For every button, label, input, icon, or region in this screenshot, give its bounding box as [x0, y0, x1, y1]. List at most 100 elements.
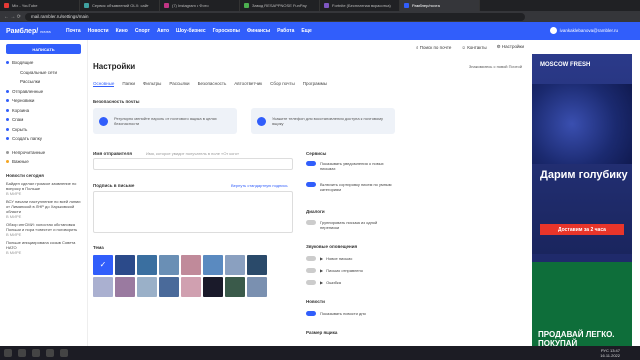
label-item[interactable]: Важные [0, 157, 87, 167]
browser-tab[interactable]: Сервис объявлений OLX: сайт [80, 0, 160, 11]
nav-item[interactable]: Кино [116, 28, 128, 34]
folder-item[interactable]: Корзина [0, 106, 87, 116]
play-icon[interactable]: ▶ [320, 280, 323, 285]
news-item[interactable]: ВСУ начали наступление по всей линии от … [6, 199, 81, 219]
browser-tab[interactable]: Mix - YouTube [0, 0, 80, 11]
theme-swatch[interactable] [115, 277, 135, 297]
start-icon[interactable] [4, 349, 12, 357]
toggle-switch[interactable] [306, 311, 316, 316]
toggle-group-threads[interactable]: Группировать письма из одной переписки [306, 220, 396, 230]
sender-name-input[interactable] [93, 158, 293, 170]
back-forward-icons[interactable]: ← → ⟳ [4, 14, 21, 20]
toggle-switch[interactable] [306, 220, 316, 225]
toggle-smart-sort[interactable]: Включить сортировку писем по умным катег… [306, 182, 396, 192]
signature-textarea[interactable] [93, 191, 293, 233]
theme-swatch[interactable] [137, 255, 157, 275]
theme-swatch[interactable] [225, 255, 245, 275]
user-menu[interactable]: ivankaklebanova@rambler.ru [549, 27, 618, 34]
nav-item[interactable]: Работа [277, 28, 294, 34]
folder-icon[interactable] [46, 349, 54, 357]
nav-item[interactable]: Еще [301, 28, 311, 34]
toggle-switch[interactable] [306, 256, 316, 261]
nav-item[interactable]: Спорт [135, 28, 150, 34]
theme-swatch[interactable]: ✓ [93, 255, 113, 275]
ad-moscow-fresh[interactable]: MOSCOW FRESH Дарим голубику Доставим за … [532, 54, 632, 254]
theme-swatch[interactable] [137, 277, 157, 297]
reset-signature-link[interactable]: Вернуть стандартную подпись [231, 183, 288, 188]
nav-item[interactable]: Финансы [247, 28, 270, 34]
ad-button[interactable]: Доставим за 2 часа [540, 224, 624, 235]
theme-swatch[interactable] [203, 255, 223, 275]
nav-item[interactable]: Гороскопы [213, 28, 240, 34]
security-card-password[interactable]: Регулярно меняйте пароль от почтового ящ… [93, 108, 237, 134]
search-icon[interactable] [18, 349, 26, 357]
theme-swatch[interactable] [115, 255, 135, 275]
news-item[interactable]: Обзор ингСМИ: холостая обстановка Польши… [6, 222, 81, 237]
toggle-sound-new[interactable]: ▶ Новое письмо [306, 256, 352, 261]
folder-item[interactable]: Отправленные [0, 87, 87, 97]
nav-item[interactable]: Шоу-бизнес [176, 28, 206, 34]
play-icon[interactable]: ▶ [320, 268, 323, 273]
news-settings-caption: Новости [306, 299, 325, 304]
tab-6[interactable]: Сбор почты [270, 81, 295, 87]
news-item[interactable]: Байден сделал громкое заявление по вопро… [6, 181, 81, 196]
tab-7[interactable]: Программы [303, 81, 327, 87]
theme-swatch[interactable] [159, 277, 179, 297]
tab-2[interactable]: Фильтры [143, 81, 161, 87]
new-mail-link[interactable]: Знакомьтесь с новой Почтой [469, 64, 522, 69]
browser-tab[interactable]: Рамблер/почта [400, 0, 480, 11]
news-text: ВСУ начали наступление по всей линии от … [6, 198, 81, 214]
folder-item[interactable]: Входящие [0, 58, 87, 68]
tab-1[interactable]: Папки [122, 81, 135, 87]
rambler-logo[interactable]: Рамблер/почта [6, 28, 66, 35]
folder-item[interactable]: Черновики [0, 96, 87, 106]
theme-swatch[interactable] [247, 255, 267, 275]
folder-item[interactable]: Рассылки [0, 77, 87, 87]
theme-swatch[interactable] [181, 255, 201, 275]
compose-button[interactable]: НАПИСАТЬ [6, 44, 81, 54]
folder-item[interactable]: Спам [0, 115, 87, 125]
toggle-notifications[interactable]: Показывать уведомления о новых письмах [306, 161, 396, 171]
nav-item[interactable]: Новости [88, 28, 109, 34]
folder-item[interactable]: Социальные сети [0, 68, 87, 78]
tab-favicon-icon [164, 3, 169, 8]
toggle-switch[interactable] [306, 182, 316, 187]
theme-swatch[interactable] [181, 277, 201, 297]
search-button[interactable]: ⌕ Поиск по почте [416, 45, 451, 50]
tab-5[interactable]: Автоответчик [234, 81, 262, 87]
security-card-phone[interactable]: Укажите телефон для восстановления досту… [251, 108, 395, 134]
theme-swatch[interactable] [203, 277, 223, 297]
nav-item[interactable]: Почта [66, 28, 81, 34]
settings-button[interactable]: ⚙ Настройки [497, 44, 524, 50]
ad-banner[interactable]: MOSCOW FRESH Дарим голубику Доставим за … [532, 54, 632, 360]
label-item[interactable]: Непрочитанные [0, 148, 87, 158]
browser-tab[interactable]: (7) Instagram • Фото [160, 0, 240, 11]
news-item[interactable]: Польше инициировала созыв Совета НАТО В М… [6, 240, 81, 255]
news-text: Байден сделал громкое заявление по вопро… [6, 180, 77, 191]
toggle-sound-sent[interactable]: ▶ Письмо отправлено [306, 268, 363, 273]
contacts-button[interactable]: ☺ Контакты [461, 45, 486, 50]
app-icon[interactable] [60, 349, 68, 357]
browser-tab[interactable]: Завод RESAPPNOSE FunPay [240, 0, 320, 11]
url-field[interactable]: mail.rambler.ru/settings/main [24, 12, 525, 21]
theme-swatch[interactable] [159, 255, 179, 275]
folder-item[interactable]: Создать папку [0, 134, 87, 144]
browser-tab[interactable]: Fortnite (Бесплатная вкрасотка) [320, 0, 400, 11]
toggle-switch[interactable] [306, 280, 316, 285]
toggle-switch[interactable] [306, 161, 316, 166]
avatar [549, 27, 557, 34]
play-icon[interactable]: ▶ [320, 256, 323, 261]
toggle-switch[interactable] [306, 268, 316, 273]
folder-item[interactable]: Скрыть [0, 125, 87, 135]
toggle-sound-error[interactable]: ▶ Ошибка [306, 280, 341, 285]
theme-swatch[interactable] [247, 277, 267, 297]
tab-0[interactable]: Основные [93, 81, 115, 87]
os-taskbar: РУС 13:47 16.11.2022 [0, 346, 640, 360]
toggle-news[interactable]: Показывать новости дня [306, 311, 366, 316]
browser-icon[interactable] [32, 349, 40, 357]
tab-4[interactable]: Безопасность [198, 81, 227, 87]
theme-swatch[interactable] [225, 277, 245, 297]
nav-item[interactable]: Авто [157, 28, 169, 34]
tab-3[interactable]: Рассылки [169, 81, 189, 87]
theme-swatch[interactable] [93, 277, 113, 297]
